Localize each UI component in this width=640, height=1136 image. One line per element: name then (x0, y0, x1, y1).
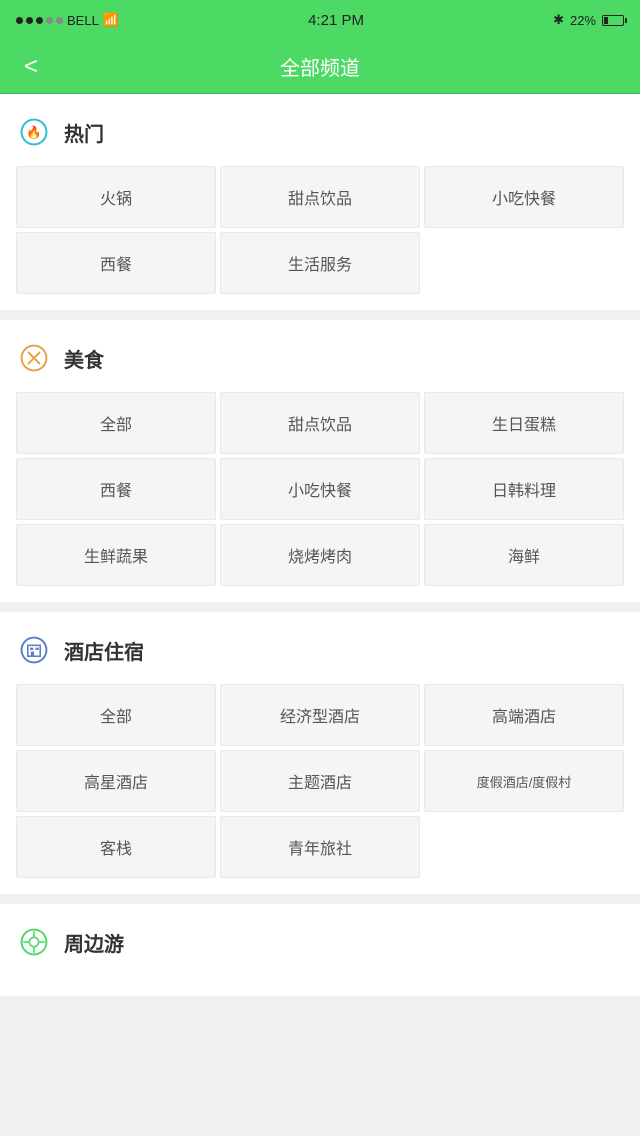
list-item[interactable]: 西餐 (16, 232, 216, 294)
section-food: 美食 全部 甜点饮品 生日蛋糕 西餐 小吃快餐 日韩料理 生鲜蔬果 烧烤烤肉 海… (0, 320, 640, 602)
status-bar: BELL 📶 4:21 PM ✱ 22% (0, 0, 640, 40)
section-hotel: 酒店住宿 全部 经济型酒店 高端酒店 高星酒店 主题酒店 度假酒店/度假村 客栈… (0, 612, 640, 894)
time-display: 4:21 PM (308, 12, 364, 29)
back-button[interactable]: < (16, 45, 46, 89)
wifi-icon: 📶 (103, 12, 119, 28)
list-item[interactable]: 生活服务 (220, 232, 420, 294)
list-item[interactable]: 全部 (16, 392, 216, 454)
list-item[interactable]: 客栈 (16, 816, 216, 878)
nav-title: 全部频道 (280, 52, 360, 81)
list-item[interactable]: 生鲜蔬果 (16, 524, 216, 586)
food-grid: 全部 甜点饮品 生日蛋糕 西餐 小吃快餐 日韩料理 生鲜蔬果 烧烤烤肉 海鲜 (16, 392, 624, 586)
section-hotel-title: 酒店住宿 (64, 636, 144, 665)
section-hot: 🔥 热门 火锅 甜点饮品 小吃快餐 西餐 生活服务 (0, 94, 640, 310)
dot-2 (26, 17, 33, 24)
list-item[interactable]: 度假酒店/度假村 (424, 750, 624, 812)
content-area: 🔥 热门 火锅 甜点饮品 小吃快餐 西餐 生活服务 美食 (0, 94, 640, 996)
nav-bar: < 全部频道 (0, 40, 640, 94)
section-hot-title: 热门 (64, 118, 104, 147)
hot-icon: 🔥 (16, 114, 52, 150)
list-item[interactable]: 小吃快餐 (220, 458, 420, 520)
section-travel-title: 周边游 (64, 928, 124, 957)
list-item-empty (424, 816, 624, 878)
list-item[interactable]: 经济型酒店 (220, 684, 420, 746)
battery-label: 22% (570, 13, 596, 28)
carrier-label: BELL (67, 13, 99, 28)
list-item[interactable]: 全部 (16, 684, 216, 746)
section-travel-header: 周边游 (16, 924, 624, 960)
battery-fill (604, 17, 608, 24)
section-food-header: 美食 (16, 340, 624, 376)
status-right: ✱ 22% (553, 12, 624, 28)
svg-text:🔥: 🔥 (26, 125, 42, 140)
bluetooth-icon: ✱ (553, 12, 564, 28)
travel-icon (16, 924, 52, 960)
list-item[interactable]: 主题酒店 (220, 750, 420, 812)
list-item[interactable]: 甜点饮品 (220, 166, 420, 228)
section-hotel-header: 酒店住宿 (16, 632, 624, 668)
list-item[interactable]: 生日蛋糕 (424, 392, 624, 454)
hotel-grid: 全部 经济型酒店 高端酒店 高星酒店 主题酒店 度假酒店/度假村 客栈 青年旅社 (16, 684, 624, 878)
section-food-title: 美食 (64, 344, 104, 373)
dot-3 (36, 17, 43, 24)
list-item[interactable]: 高星酒店 (16, 750, 216, 812)
section-travel: 周边游 (0, 904, 640, 996)
list-item[interactable]: 日韩料理 (424, 458, 624, 520)
list-item-empty (424, 232, 624, 294)
hot-grid: 火锅 甜点饮品 小吃快餐 西餐 生活服务 (16, 166, 624, 294)
dot-4 (46, 17, 53, 24)
list-item[interactable]: 小吃快餐 (424, 166, 624, 228)
list-item[interactable]: 青年旅社 (220, 816, 420, 878)
signal-dots (16, 17, 63, 24)
list-item[interactable]: 甜点饮品 (220, 392, 420, 454)
dot-5 (56, 17, 63, 24)
section-hot-header: 🔥 热门 (16, 114, 624, 150)
food-icon (16, 340, 52, 376)
status-left: BELL 📶 (16, 12, 119, 28)
list-item[interactable]: 高端酒店 (424, 684, 624, 746)
hotel-icon (16, 632, 52, 668)
list-item[interactable]: 西餐 (16, 458, 216, 520)
list-item[interactable]: 烧烤烤肉 (220, 524, 420, 586)
battery-icon (602, 15, 624, 26)
list-item[interactable]: 海鲜 (424, 524, 624, 586)
list-item[interactable]: 火锅 (16, 166, 216, 228)
dot-1 (16, 17, 23, 24)
